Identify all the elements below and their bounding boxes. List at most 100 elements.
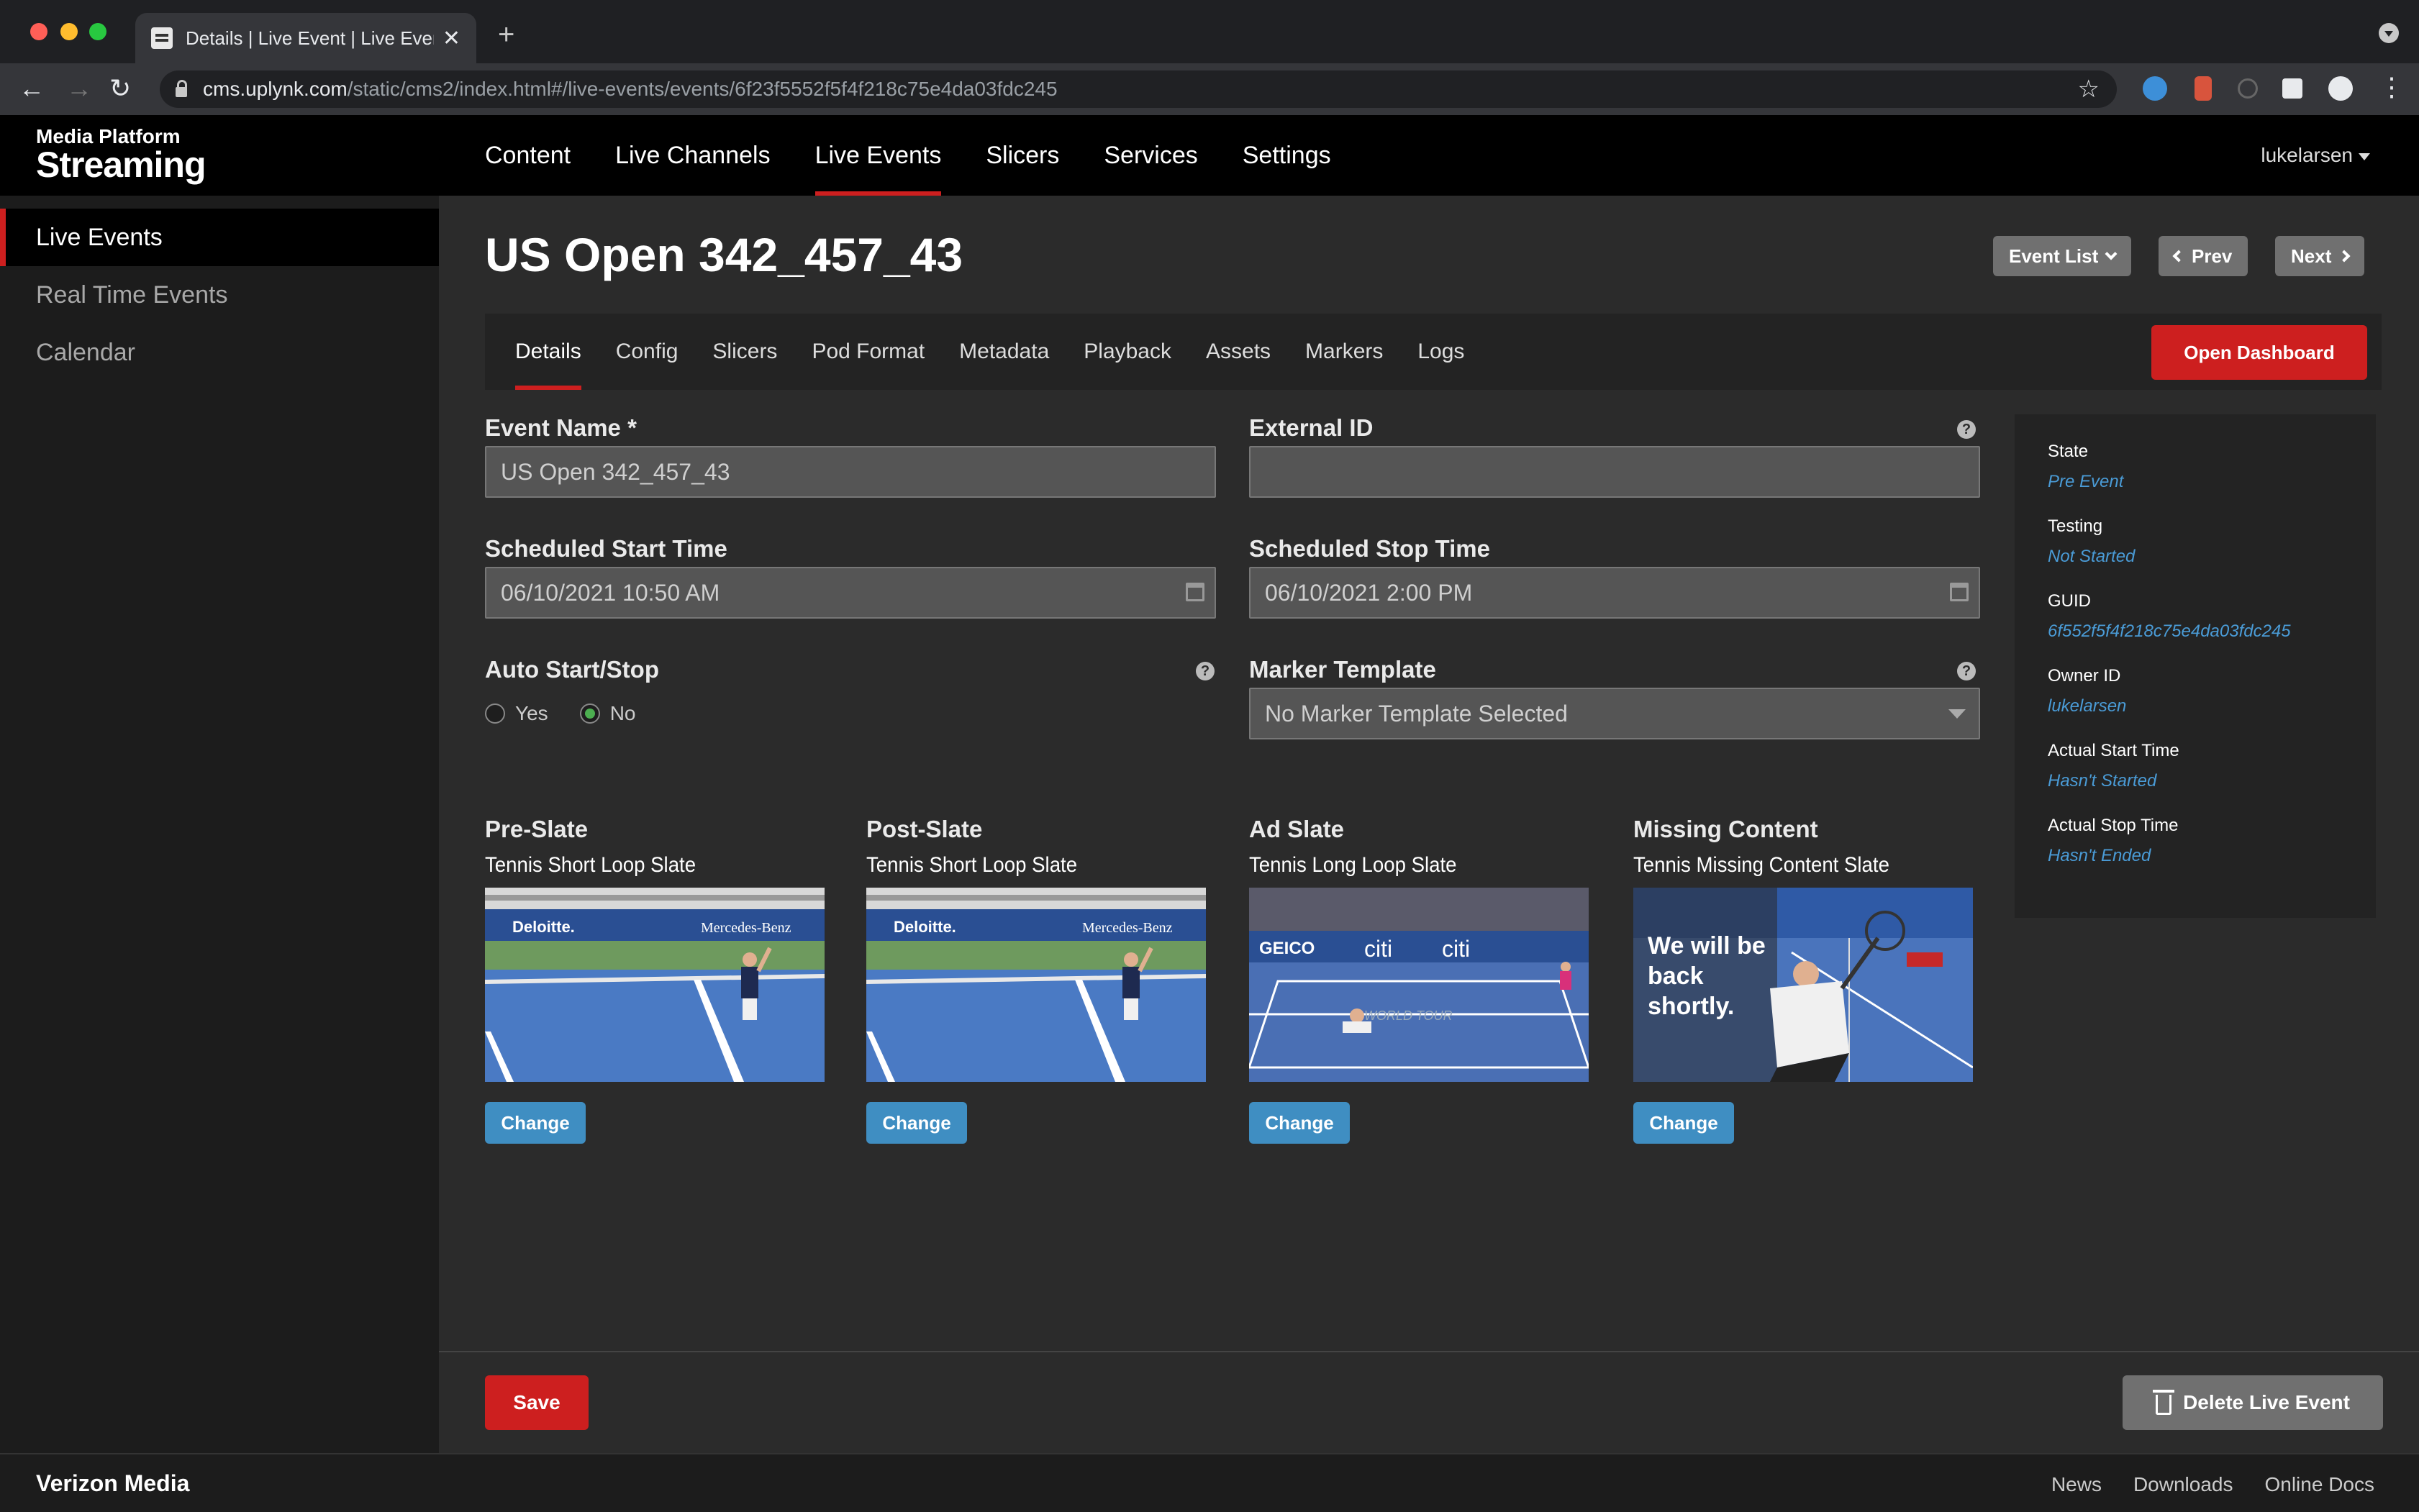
delete-label: Delete Live Event xyxy=(2183,1391,2350,1413)
slate-name: Tennis Short Loop Slate xyxy=(866,853,1078,877)
banner-right-text: citi xyxy=(1364,936,1392,962)
sidebar-item-calendar[interactable]: Calendar xyxy=(0,324,439,381)
app-footer: Verizon Media News Downloads Online Docs xyxy=(0,1453,2419,1512)
nav-slicers[interactable]: Slicers xyxy=(986,115,1059,196)
url-host: cms.uplynk.com xyxy=(203,78,348,100)
app-header: Media Platform Streaming Content Live Ch… xyxy=(0,115,2419,196)
start-time-input[interactable]: 06/10/2021 10:50 AM xyxy=(485,567,1216,619)
tab-logs[interactable]: Logs xyxy=(1417,314,1464,390)
tab-slicers[interactable]: Slicers xyxy=(712,314,777,390)
sidebar: Live Events Real Time Events Calendar xyxy=(0,196,439,1453)
minimize-window-icon[interactable] xyxy=(60,23,78,40)
info-label: State xyxy=(2048,442,2089,461)
profile-icon[interactable] xyxy=(2328,76,2353,101)
auto-yes-label[interactable]: Yes xyxy=(515,702,548,725)
tab-search-icon[interactable] xyxy=(2379,23,2399,43)
marker-template-label: Marker Template xyxy=(1249,656,1436,683)
chevron-right-icon xyxy=(2338,250,2351,263)
sidebar-item-live-events[interactable]: Live Events xyxy=(0,209,439,266)
close-window-icon[interactable] xyxy=(30,23,47,40)
new-tab-icon[interactable]: + xyxy=(498,19,514,51)
save-button[interactable]: Save xyxy=(485,1375,589,1430)
nav-live-channels[interactable]: Live Channels xyxy=(615,115,770,196)
slate-thumbnail: Deloitte. Mercedes-Benz xyxy=(485,888,825,1082)
change-pre-slate-button[interactable]: Change xyxy=(485,1102,586,1144)
tab-pod-format[interactable]: Pod Format xyxy=(812,314,925,390)
info-value: 6f552f5f4f218c75e4da03fdc245 xyxy=(2048,621,2291,641)
browser-tab[interactable]: Details | Live Event | Live Event ✕ xyxy=(135,13,476,63)
help-icon[interactable]: ? xyxy=(1196,662,1215,680)
change-post-slate-button[interactable]: Change xyxy=(866,1102,967,1144)
court-text: WORLD TOUR xyxy=(1364,1008,1453,1023)
slate-name: Tennis Short Loop Slate xyxy=(485,853,696,877)
auto-no-label[interactable]: No xyxy=(610,702,636,725)
info-label: Actual Start Time xyxy=(2048,741,2179,760)
prev-button[interactable]: Prev xyxy=(2159,236,2248,276)
external-id-input[interactable] xyxy=(1249,446,1980,498)
nav-content[interactable]: Content xyxy=(485,115,571,196)
event-list-label: Event List xyxy=(2009,245,2099,267)
nav-services[interactable]: Services xyxy=(1104,115,1197,196)
tab-config[interactable]: Config xyxy=(616,314,678,390)
detail-tabbar: Details Config Slicers Pod Format Metada… xyxy=(485,314,2382,390)
banner-left-text: Deloitte. xyxy=(512,918,575,936)
info-state: State Pre Event xyxy=(2048,442,2343,492)
help-icon[interactable]: ? xyxy=(1957,420,1976,439)
marker-template-select[interactable]: No Marker Template Selected xyxy=(1249,688,1980,739)
info-value: Pre Event xyxy=(2048,472,2124,491)
extension-info-icon[interactable] xyxy=(2238,78,2258,99)
auto-yes-radio[interactable] xyxy=(485,703,505,724)
url-bar[interactable]: cms.uplynk.com/static/cms2/index.html#/l… xyxy=(160,70,2117,108)
extension-bird-icon[interactable] xyxy=(2143,76,2167,101)
start-time-label: Scheduled Start Time xyxy=(485,535,727,562)
slate-thumbnail: GEICO citi citi WORLD TOUR xyxy=(1249,888,1589,1082)
tab-assets[interactable]: Assets xyxy=(1206,314,1271,390)
slate-thumbnail: We will be back shortly. xyxy=(1633,888,1973,1082)
tab-markers[interactable]: Markers xyxy=(1305,314,1383,390)
auto-no-radio[interactable] xyxy=(579,703,600,724)
stop-time-input[interactable]: 06/10/2021 2:00 PM xyxy=(1249,567,1980,619)
url-path: /static/cms2/index.html#/live-events/eve… xyxy=(347,78,1058,100)
missing-content-slate: Missing Content Tennis Missing Content S… xyxy=(1633,816,1973,1144)
logo-title[interactable]: Streaming xyxy=(36,144,206,186)
footer-link-downloads[interactable]: Downloads xyxy=(2133,1473,2233,1496)
open-dashboard-button[interactable]: Open Dashboard xyxy=(2151,325,2367,380)
auto-start-stop-label: Auto Start/Stop xyxy=(485,656,659,683)
slate-thumbnail: Deloitte. Mercedes-Benz xyxy=(866,888,1206,1082)
help-icon[interactable]: ? xyxy=(1957,662,1976,680)
info-label: Testing xyxy=(2048,516,2103,536)
calendar-icon[interactable] xyxy=(1950,583,1969,601)
browser-menu-icon[interactable]: ⋮ xyxy=(2379,72,2405,102)
user-menu[interactable]: lukelarsen xyxy=(2261,144,2370,167)
nav-settings[interactable]: Settings xyxy=(1243,115,1331,196)
bookmark-star-icon[interactable]: ☆ xyxy=(2078,75,2100,104)
tab-details[interactable]: Details xyxy=(515,314,581,390)
footer-link-news[interactable]: News xyxy=(2051,1473,2102,1496)
delete-live-event-button[interactable]: Delete Live Event xyxy=(2123,1375,2383,1430)
footer-link-online-docs[interactable]: Online Docs xyxy=(2264,1473,2374,1496)
change-missing-content-button[interactable]: Change xyxy=(1633,1102,1734,1144)
back-icon[interactable]: ← xyxy=(19,73,45,104)
info-label: Owner ID xyxy=(2048,666,2121,686)
banner-left-text: Deloitte. xyxy=(894,918,956,936)
tab-playback[interactable]: Playback xyxy=(1084,314,1171,390)
nav-live-events[interactable]: Live Events xyxy=(814,115,941,196)
change-ad-slate-button[interactable]: Change xyxy=(1249,1102,1350,1144)
maximize-window-icon[interactable] xyxy=(89,23,106,40)
close-tab-icon[interactable]: ✕ xyxy=(442,26,460,51)
event-name-label: Event Name * xyxy=(485,414,637,441)
slate-heading: Pre-Slate xyxy=(485,816,589,842)
sidebar-item-real-time-events[interactable]: Real Time Events xyxy=(0,266,439,324)
extensions-puzzle-icon[interactable] xyxy=(2282,78,2302,99)
reload-icon[interactable]: ↻ xyxy=(109,73,131,104)
chevron-left-icon xyxy=(2172,250,2185,263)
info-value: Not Started xyxy=(2048,547,2136,566)
ad-slate: Ad Slate Tennis Long Loop Slate GEICO ci… xyxy=(1249,816,1589,1144)
event-name-input[interactable]: US Open 342_457_43 xyxy=(485,446,1216,498)
next-button[interactable]: Next xyxy=(2275,236,2365,276)
tab-metadata[interactable]: Metadata xyxy=(959,314,1049,390)
calendar-icon[interactable] xyxy=(1186,583,1204,601)
forward-icon[interactable]: → xyxy=(66,73,92,104)
extension-red-icon[interactable] xyxy=(2195,76,2212,101)
event-list-button[interactable]: Event List xyxy=(1993,236,2132,276)
